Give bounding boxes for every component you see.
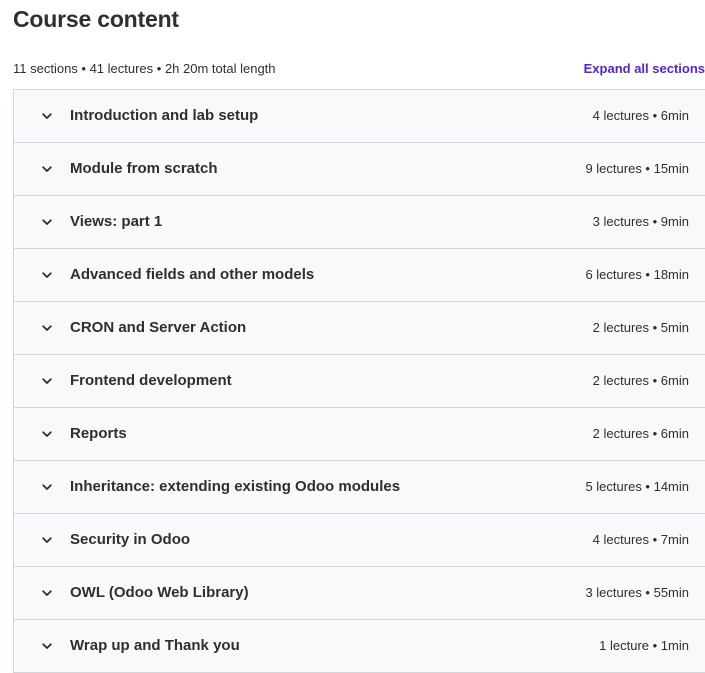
section-header[interactable]: Module from scratch 9 lectures • 15min bbox=[14, 143, 705, 196]
section-title: Introduction and lab setup bbox=[70, 107, 259, 124]
chevron-down-icon bbox=[41, 216, 53, 228]
section-title: OWL (Odoo Web Library) bbox=[70, 584, 249, 601]
section-header[interactable]: Inheritance: extending existing Odoo mod… bbox=[14, 461, 705, 514]
section-meta: 9 lectures • 15min bbox=[585, 161, 689, 176]
section-title: Views: part 1 bbox=[70, 213, 163, 230]
section-title: Inheritance: extending existing Odoo mod… bbox=[70, 478, 401, 495]
section-meta: 4 lectures • 6min bbox=[592, 108, 689, 123]
chevron-down-icon bbox=[41, 587, 53, 599]
chevron-down-icon bbox=[41, 322, 53, 334]
section-meta: 2 lectures • 5min bbox=[592, 320, 689, 335]
section-meta: 2 lectures • 6min bbox=[592, 373, 689, 388]
chevron-down-icon bbox=[41, 481, 53, 493]
section-title: CRON and Server Action bbox=[70, 319, 247, 336]
chevron-down-icon bbox=[41, 428, 53, 440]
course-summary: 11 sections • 41 lectures • 2h 20m total… bbox=[13, 61, 276, 76]
sections-list: Introduction and lab setup 4 lectures • … bbox=[13, 89, 705, 673]
section-header[interactable]: Frontend development 2 lectures • 6min bbox=[14, 355, 705, 408]
section-meta: 4 lectures • 7min bbox=[592, 532, 689, 547]
chevron-down-icon bbox=[41, 534, 53, 546]
section-title: Reports bbox=[70, 425, 127, 442]
section-header[interactable]: Security in Odoo 4 lectures • 7min bbox=[14, 514, 705, 567]
section-header[interactable]: CRON and Server Action 2 lectures • 5min bbox=[14, 302, 705, 355]
chevron-down-icon bbox=[41, 269, 53, 281]
section-header[interactable]: Reports 2 lectures • 6min bbox=[14, 408, 705, 461]
section-meta: 6 lectures • 18min bbox=[585, 267, 689, 282]
section-header[interactable]: Introduction and lab setup 4 lectures • … bbox=[14, 90, 705, 143]
section-header[interactable]: Wrap up and Thank you 1 lecture • 1min bbox=[14, 620, 705, 673]
section-meta: 3 lectures • 9min bbox=[592, 214, 689, 229]
chevron-down-icon bbox=[41, 640, 53, 652]
section-title: Advanced fields and other models bbox=[70, 266, 315, 283]
section-header[interactable]: Views: part 1 3 lectures • 9min bbox=[14, 196, 705, 249]
section-meta: 1 lecture • 1min bbox=[599, 638, 689, 653]
chevron-down-icon bbox=[41, 110, 53, 122]
section-title: Wrap up and Thank you bbox=[70, 637, 240, 654]
page-title: Course content bbox=[13, 6, 179, 32]
chevron-down-icon bbox=[41, 163, 53, 175]
section-meta: 3 lectures • 55min bbox=[585, 585, 689, 600]
section-title: Frontend development bbox=[70, 372, 232, 389]
course-summary-row: 11 sections • 41 lectures • 2h 20m total… bbox=[13, 60, 705, 80]
section-meta: 2 lectures • 6min bbox=[592, 426, 689, 441]
section-meta: 5 lectures • 14min bbox=[585, 479, 689, 494]
section-header[interactable]: Advanced fields and other models 6 lectu… bbox=[14, 249, 705, 302]
chevron-down-icon bbox=[41, 375, 53, 387]
section-title: Module from scratch bbox=[70, 160, 218, 177]
section-header[interactable]: OWL (Odoo Web Library) 3 lectures • 55mi… bbox=[14, 567, 705, 620]
expand-all-sections-button[interactable]: Expand all sections bbox=[584, 61, 705, 76]
section-title: Security in Odoo bbox=[70, 531, 191, 548]
